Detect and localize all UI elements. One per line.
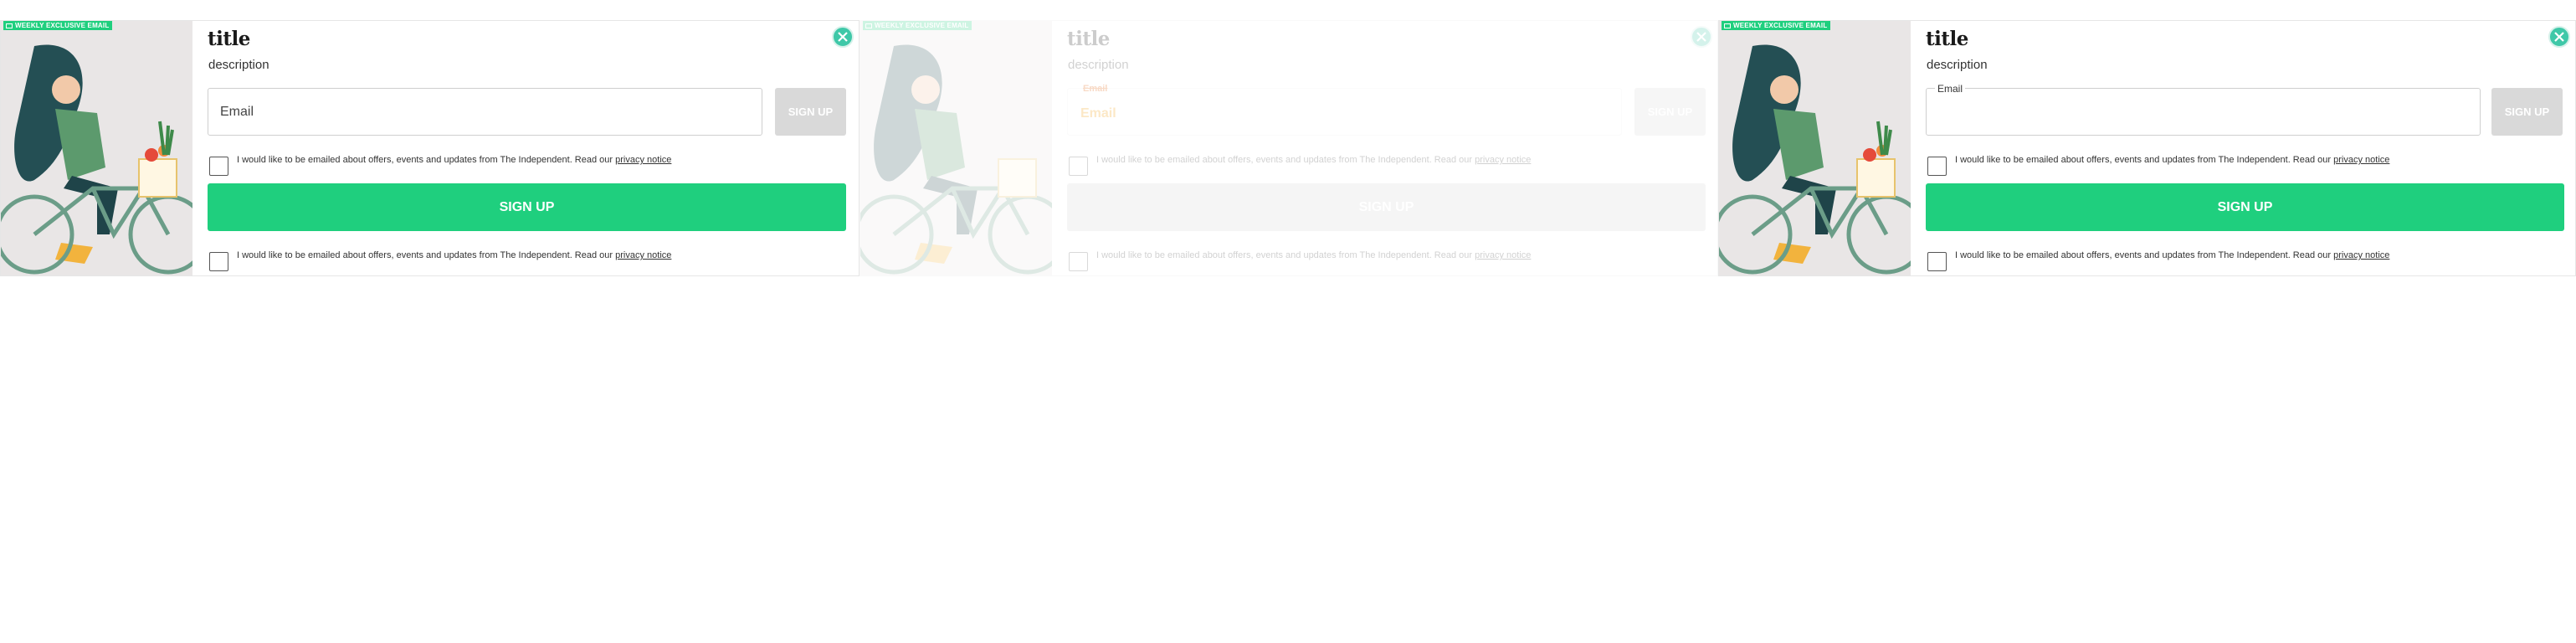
close-button[interactable] <box>832 26 854 48</box>
privacy-notice-link[interactable]: privacy notice <box>2333 155 2389 165</box>
email-field[interactable]: Email Email <box>1067 84 1622 136</box>
email-label-struck: Email <box>1083 84 1108 94</box>
modal-title: title <box>1067 28 1110 50</box>
privacy-notice-link[interactable]: privacy notice <box>1475 250 1531 260</box>
consent-checkbox[interactable] <box>209 157 228 176</box>
weekly-exclusive-badge: WEEKLY EXCLUSIVE EMAIL <box>3 21 113 30</box>
email-field[interactable]: Email <box>1926 83 2481 136</box>
close-icon <box>838 32 848 42</box>
consent-row: I would like to be emailed about offers,… <box>1069 249 1531 271</box>
sign-up-button[interactable]: SIGN UP <box>1067 183 1706 231</box>
modal-title: title <box>208 28 250 50</box>
cyclist-illustration: WEEKLY EXCLUSIVE EMAIL <box>1719 21 1911 275</box>
close-icon <box>2554 32 2564 42</box>
close-button[interactable] <box>2548 26 2570 48</box>
mail-icon <box>1724 23 1731 28</box>
email-input[interactable] <box>208 89 762 135</box>
weekly-exclusive-badge: WEEKLY EXCLUSIVE EMAIL <box>863 21 972 30</box>
consent-text: I would like to be emailed about offers,… <box>1955 155 2390 165</box>
consent-text: I would like to be emailed about offers,… <box>237 155 672 165</box>
consent-text: I would like to be emailed about offers,… <box>237 250 672 260</box>
weekly-exclusive-badge: WEEKLY EXCLUSIVE EMAIL <box>1722 21 1831 30</box>
sign-up-button[interactable]: SIGN UP <box>208 183 846 231</box>
signup-modal-focused: WEEKLY EXCLUSIVE EMAIL title description… <box>1718 20 2576 276</box>
privacy-notice-link[interactable]: privacy notice <box>1475 155 1531 165</box>
mail-icon <box>6 23 13 28</box>
modal-description: description <box>208 58 269 72</box>
email-input[interactable] <box>1927 89 2480 135</box>
modal-description: description <box>1927 58 1988 72</box>
sign-up-button-small[interactable]: SIGN UP <box>775 88 846 136</box>
consent-text: I would like to be emailed about offers,… <box>1955 250 2390 260</box>
consent-row: I would like to be emailed about offers,… <box>1927 154 2389 176</box>
close-icon <box>1696 32 1706 42</box>
consent-checkbox[interactable] <box>1927 157 1947 176</box>
privacy-notice-link[interactable]: privacy notice <box>615 250 671 260</box>
consent-checkbox[interactable] <box>209 252 228 271</box>
email-label-highlighted: Email <box>1080 106 1116 121</box>
sign-up-button[interactable]: SIGN UP <box>1926 183 2564 231</box>
consent-row: I would like to be emailed about offers,… <box>1927 249 2389 271</box>
consent-text: I would like to be emailed about offers,… <box>1096 155 1532 165</box>
modal-description: description <box>1068 58 1129 72</box>
modal-title: title <box>1926 28 1968 50</box>
consent-checkbox[interactable] <box>1069 157 1088 176</box>
close-button[interactable] <box>1691 26 1712 48</box>
badge-label: WEEKLY EXCLUSIVE EMAIL <box>15 22 110 29</box>
badge-label: WEEKLY EXCLUSIVE EMAIL <box>875 22 969 29</box>
email-field[interactable] <box>208 88 762 136</box>
badge-label: WEEKLY EXCLUSIVE EMAIL <box>1733 22 1828 29</box>
consent-row: I would like to be emailed about offers,… <box>209 249 671 271</box>
sign-up-button-small[interactable]: SIGN UP <box>1634 88 1706 136</box>
cyclist-illustration: WEEKLY EXCLUSIVE EMAIL <box>860 21 1052 275</box>
consent-row: I would like to be emailed about offers,… <box>209 154 671 176</box>
privacy-notice-link[interactable]: privacy notice <box>615 155 671 165</box>
cyclist-illustration: WEEKLY EXCLUSIVE EMAIL <box>1 21 192 275</box>
signup-modal-faded: WEEKLY EXCLUSIVE EMAIL title description… <box>860 20 1718 276</box>
email-floating-label: Email <box>1935 83 1966 95</box>
sign-up-button-small[interactable]: SIGN UP <box>2491 88 2563 136</box>
privacy-notice-link[interactable]: privacy notice <box>2333 250 2389 260</box>
consent-text: I would like to be emailed about offers,… <box>1096 250 1532 260</box>
signup-modal-default: WEEKLY EXCLUSIVE EMAIL title description… <box>0 20 860 276</box>
consent-row: I would like to be emailed about offers,… <box>1069 154 1531 176</box>
mail-icon <box>865 23 872 28</box>
consent-checkbox[interactable] <box>1927 252 1947 271</box>
consent-checkbox[interactable] <box>1069 252 1088 271</box>
